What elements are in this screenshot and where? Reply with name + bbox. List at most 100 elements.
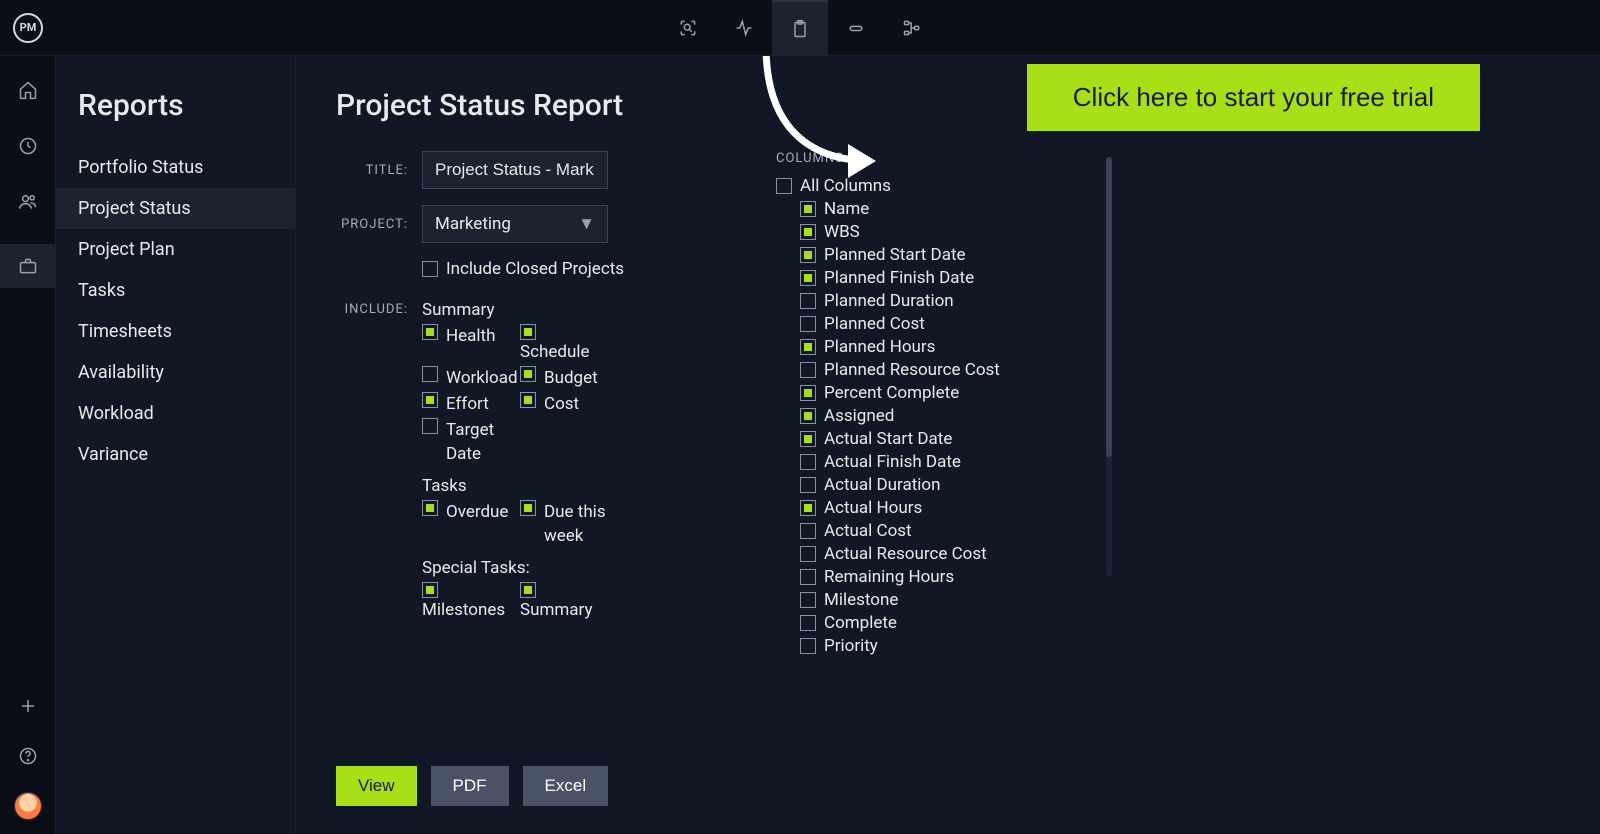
column-label: Name	[824, 199, 869, 219]
include-checkbox[interactable]	[520, 324, 536, 340]
special-heading: Special Tasks:	[422, 558, 682, 578]
column-checkbox[interactable]	[800, 270, 816, 286]
sidebar-item[interactable]: Availability	[56, 352, 295, 393]
column-option[interactable]: Actual Hours	[800, 498, 1096, 518]
columns-scrollbar[interactable]	[1106, 157, 1112, 577]
column-checkbox[interactable]	[800, 362, 816, 378]
column-option[interactable]: Planned Finish Date	[800, 268, 1096, 288]
column-option[interactable]: Actual Resource Cost	[800, 544, 1096, 564]
column-checkbox[interactable]	[800, 385, 816, 401]
column-checkbox[interactable]	[800, 592, 816, 608]
include-checkbox[interactable]	[422, 324, 438, 340]
avatar[interactable]	[14, 792, 42, 820]
left-rail	[0, 56, 56, 834]
title-input[interactable]	[422, 151, 608, 189]
include-option-label: Summary	[520, 598, 592, 622]
column-option[interactable]: Actual Cost	[800, 521, 1096, 541]
column-checkbox[interactable]	[800, 431, 816, 447]
column-checkbox[interactable]	[800, 546, 816, 562]
help-icon[interactable]	[14, 742, 42, 770]
include-option-label: Effort	[446, 392, 489, 416]
include-checkbox[interactable]	[422, 392, 438, 408]
include-checkbox[interactable]	[520, 366, 536, 382]
link-icon[interactable]	[828, 0, 884, 56]
chevron-down-icon: ▼	[578, 214, 595, 234]
include-checkbox[interactable]	[520, 582, 536, 598]
all-columns-checkbox[interactable]	[776, 178, 792, 194]
column-checkbox[interactable]	[800, 454, 816, 470]
excel-button[interactable]: Excel	[523, 766, 609, 806]
column-option[interactable]: Actual Finish Date	[800, 452, 1096, 472]
column-label: Milestone	[824, 590, 898, 610]
include-checkbox[interactable]	[422, 418, 438, 434]
column-checkbox[interactable]	[800, 500, 816, 516]
column-checkbox[interactable]	[800, 638, 816, 654]
column-checkbox[interactable]	[800, 201, 816, 217]
column-checkbox[interactable]	[800, 339, 816, 355]
project-label: PROJECT:	[336, 217, 422, 232]
home-icon[interactable]	[14, 76, 42, 104]
clipboard-icon[interactable]	[772, 0, 828, 56]
column-option[interactable]: Planned Duration	[800, 291, 1096, 311]
column-option[interactable]: Assigned	[800, 406, 1096, 426]
hierarchy-icon[interactable]	[884, 0, 940, 56]
sidebar-item[interactable]: Timesheets	[56, 311, 295, 352]
include-checkbox[interactable]	[520, 392, 536, 408]
column-option[interactable]: Complete	[800, 613, 1096, 633]
sidebar-item[interactable]: Portfolio Status	[56, 147, 295, 188]
column-label: Actual Cost	[824, 521, 912, 541]
project-select-value: Marketing	[435, 214, 511, 234]
column-checkbox[interactable]	[800, 224, 816, 240]
column-option[interactable]: Planned Resource Cost	[800, 360, 1096, 380]
include-checkbox[interactable]	[520, 500, 536, 516]
column-option[interactable]: Actual Start Date	[800, 429, 1096, 449]
include-closed-checkbox[interactable]	[422, 261, 438, 277]
column-checkbox[interactable]	[800, 523, 816, 539]
activity-icon[interactable]	[716, 0, 772, 56]
column-label: WBS	[824, 222, 860, 242]
sidebar-item[interactable]: Tasks	[56, 270, 295, 311]
column-option[interactable]: Planned Hours	[800, 337, 1096, 357]
column-checkbox[interactable]	[800, 477, 816, 493]
clock-icon[interactable]	[14, 132, 42, 160]
column-label: Actual Resource Cost	[824, 544, 987, 564]
column-option[interactable]: Percent Complete	[800, 383, 1096, 403]
sidebar-title: Reports	[56, 88, 295, 147]
include-option-label: Overdue	[446, 500, 508, 524]
sidebar-item[interactable]: Variance	[56, 434, 295, 475]
column-option[interactable]: Milestone	[800, 590, 1096, 610]
include-option-label: Target Date	[446, 418, 518, 466]
project-select[interactable]: Marketing ▼	[422, 205, 608, 243]
plus-icon[interactable]	[14, 692, 42, 720]
column-option[interactable]: WBS	[800, 222, 1096, 242]
column-option[interactable]: Remaining Hours	[800, 567, 1096, 587]
column-checkbox[interactable]	[800, 408, 816, 424]
cta-button[interactable]: Click here to start your free trial	[1027, 64, 1480, 131]
logo[interactable]: PM	[0, 0, 56, 56]
include-option-label: Cost	[544, 392, 579, 416]
sidebar-item[interactable]: Project Plan	[56, 229, 295, 270]
column-checkbox[interactable]	[800, 247, 816, 263]
column-label: Priority	[824, 636, 878, 656]
include-checkbox[interactable]	[422, 366, 438, 382]
sidebar-item[interactable]: Workload	[56, 393, 295, 434]
column-label: Percent Complete	[824, 383, 959, 403]
column-option[interactable]: Planned Start Date	[800, 245, 1096, 265]
column-checkbox[interactable]	[800, 615, 816, 631]
search-scan-icon[interactable]	[660, 0, 716, 56]
include-checkbox[interactable]	[422, 500, 438, 516]
column-checkbox[interactable]	[800, 316, 816, 332]
column-option[interactable]: Priority	[800, 636, 1096, 656]
briefcase-icon[interactable]	[0, 244, 56, 288]
pdf-button[interactable]: PDF	[431, 766, 509, 806]
sidebar-item[interactable]: Project Status	[56, 188, 295, 229]
column-label: Actual Finish Date	[824, 452, 961, 472]
column-checkbox[interactable]	[800, 293, 816, 309]
column-option[interactable]: Actual Duration	[800, 475, 1096, 495]
include-checkbox[interactable]	[422, 582, 438, 598]
column-checkbox[interactable]	[800, 569, 816, 585]
column-option[interactable]: Name	[800, 199, 1096, 219]
users-icon[interactable]	[14, 188, 42, 216]
view-button[interactable]: View	[336, 766, 417, 806]
column-option[interactable]: Planned Cost	[800, 314, 1096, 334]
